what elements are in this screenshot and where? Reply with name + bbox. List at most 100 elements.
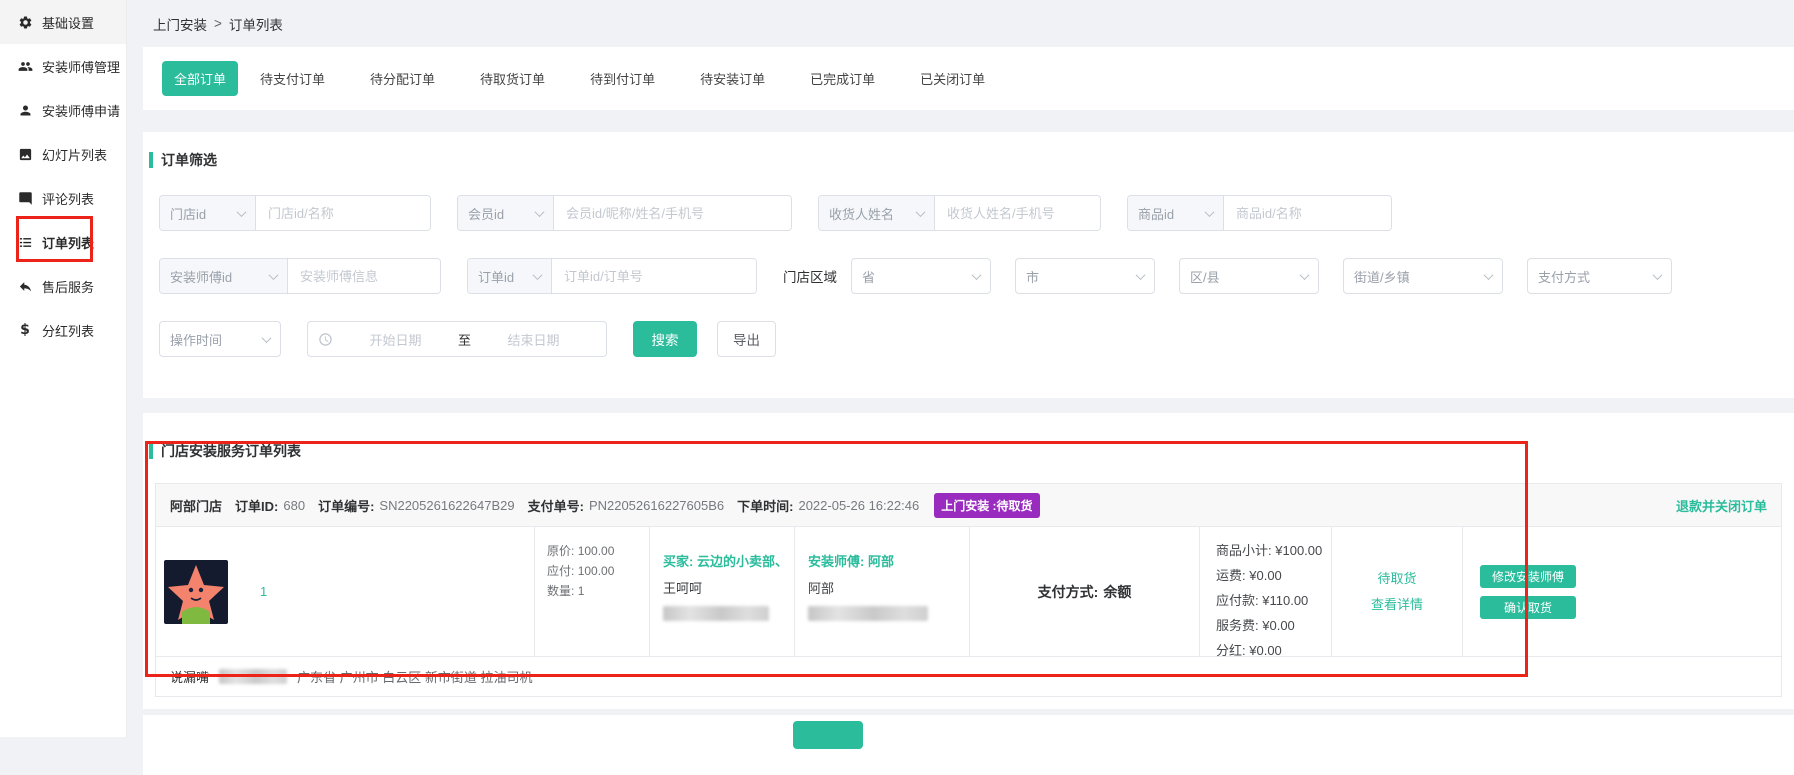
reply-icon xyxy=(17,278,33,294)
chevron-down-icon xyxy=(1300,270,1310,280)
price-cell: 原价: 100.00 应付: 100.00 数量: 1 xyxy=(534,527,649,656)
order-id-input[interactable] xyxy=(552,259,756,293)
status-links-cell: 待取货 查看详情 xyxy=(1331,527,1462,656)
dollar-icon: $ xyxy=(17,322,33,338)
order-time-value: 2022-05-26 16:22:46 xyxy=(798,498,919,513)
shipping-label: 运费: xyxy=(1216,568,1246,583)
member-filter-group: 会员id xyxy=(457,195,792,231)
pagination-area xyxy=(143,715,1794,775)
installer-label: 安装师傅: xyxy=(808,554,864,569)
buyer-label: 买家: xyxy=(663,554,693,569)
quantity-label: 数量: xyxy=(547,584,574,598)
order-id-label: 订单ID: xyxy=(235,496,278,515)
export-button[interactable]: 导出 xyxy=(717,321,776,357)
member-id-select[interactable]: 会员id xyxy=(458,196,554,230)
tab-pending-payment[interactable]: 待支付订单 xyxy=(248,61,337,96)
store-name: 阿部门店 xyxy=(170,496,222,515)
operation-time-label: 操作时间 xyxy=(170,330,222,349)
sidebar-item-dividend-list[interactable]: $ 分红列表 xyxy=(0,308,126,352)
dividend-label: 分红: xyxy=(1216,643,1246,658)
breadcrumb-separator: > xyxy=(214,16,222,31)
service-fee-label: 服务费: xyxy=(1216,618,1259,633)
order-list-panel: 门店安装服务订单列表 阿部门店 订单ID: 680 订单编号: SN220526… xyxy=(143,413,1794,709)
view-details-link[interactable]: 查看详情 xyxy=(1371,592,1423,618)
order-sn-value: SN2205261622647B29 xyxy=(379,498,514,513)
receiver-input[interactable] xyxy=(935,196,1100,230)
payment-method-cell: 支付方式: 余额 xyxy=(969,527,1199,656)
product-select-label: 商品id xyxy=(1138,204,1174,223)
gear-icon xyxy=(17,14,33,30)
tab-pending-assign[interactable]: 待分配订单 xyxy=(358,61,447,96)
product-image xyxy=(164,560,228,624)
date-range-picker[interactable]: 开始日期 至 结束日期 xyxy=(307,321,607,357)
sidebar-item-slides[interactable]: 幻灯片列表 xyxy=(0,132,126,176)
shipping-value: ¥0.00 xyxy=(1249,568,1282,583)
pagination-button-partial[interactable] xyxy=(793,721,863,749)
order-header-row: 阿部门店 订单ID: 680 订单编号: SN2205261622647B29 … xyxy=(156,484,1781,526)
tab-pending-install[interactable]: 待安装订单 xyxy=(688,61,777,96)
tab-closed[interactable]: 已关闭订单 xyxy=(908,61,997,96)
sidebar-item-label: 分红列表 xyxy=(42,321,94,340)
breadcrumb-parent[interactable]: 上门安装 xyxy=(153,14,207,34)
installer-select-label: 安装师傅id xyxy=(170,267,232,286)
tab-completed[interactable]: 已完成订单 xyxy=(798,61,887,96)
product-quantity: 1 xyxy=(260,584,267,599)
chevron-down-icon xyxy=(269,270,279,280)
confirm-pickup-button[interactable]: 确认取货 xyxy=(1480,596,1576,619)
province-select[interactable]: 省 xyxy=(851,258,991,294)
sidebar: 基础设置 安装师傅管理 安装师傅申请 幻灯片列表 评论列表 订单列表 售后服 xyxy=(0,0,127,737)
operation-time-select[interactable]: 操作时间 xyxy=(159,321,281,357)
receiver-phone-redacted xyxy=(219,669,287,684)
sidebar-item-basic-settings[interactable]: 基础设置 xyxy=(0,0,126,44)
original-price-label: 原价: xyxy=(547,544,574,558)
sidebar-item-label: 幻灯片列表 xyxy=(42,145,107,164)
sidebar-item-installer-management[interactable]: 安装师傅管理 xyxy=(0,44,126,88)
sidebar-item-comments[interactable]: 评论列表 xyxy=(0,176,126,220)
sidebar-item-label: 售后服务 xyxy=(42,277,94,296)
order-id-select[interactable]: 订单id xyxy=(468,259,552,293)
city-select[interactable]: 市 xyxy=(1015,258,1155,294)
filter-row-2: 安装师傅id 订单id 门店区域 省 市 xyxy=(159,258,1778,294)
member-input[interactable] xyxy=(554,196,791,230)
tab-pending-cod[interactable]: 待到付订单 xyxy=(578,61,667,96)
date-range-separator: 至 xyxy=(458,330,471,349)
payable-label: 应付: xyxy=(547,564,574,578)
modify-installer-button[interactable]: 修改安装师傅 xyxy=(1480,565,1576,588)
store-id-select[interactable]: 门店id xyxy=(160,196,256,230)
district-select-label: 区/县 xyxy=(1190,267,1220,286)
installer-id-select[interactable]: 安装师傅id xyxy=(160,259,288,293)
list-icon xyxy=(17,234,33,250)
city-select-label: 市 xyxy=(1026,267,1039,286)
sidebar-item-installer-apply[interactable]: 安装师傅申请 xyxy=(0,88,126,132)
store-input[interactable] xyxy=(256,196,430,230)
product-filter-group: 商品id xyxy=(1127,195,1392,231)
payment-method-label: 支付方式: xyxy=(1038,582,1099,602)
payment-method-select[interactable]: 支付方式 xyxy=(1527,258,1672,294)
order-footer-row: 说漏嘴 广东省 广州市 白云区 新市街道 拉油司机 xyxy=(156,656,1781,696)
buyer-name: 云边的小卖部、 xyxy=(697,554,788,569)
chevron-down-icon xyxy=(1653,270,1663,280)
installer-name: 阿部 xyxy=(868,554,894,569)
product-input[interactable] xyxy=(1224,196,1391,230)
installer-phone-redacted xyxy=(808,606,928,621)
receiver-select-label: 收货人姓名 xyxy=(829,204,894,223)
chevron-down-icon xyxy=(1205,207,1215,217)
refund-close-link[interactable]: 退款并关闭订单 xyxy=(1676,496,1767,515)
payment-select-label: 支付方式 xyxy=(1538,267,1590,286)
order-time-label: 下单时间: xyxy=(737,496,793,515)
buyer-person: 王呵呵 xyxy=(663,578,794,597)
breadcrumb-current: 订单列表 xyxy=(229,14,283,34)
district-select[interactable]: 区/县 xyxy=(1179,258,1319,294)
chevron-down-icon xyxy=(535,207,545,217)
status-pending-pickup-link[interactable]: 待取货 xyxy=(1377,566,1416,592)
product-id-select[interactable]: 商品id xyxy=(1128,196,1224,230)
sidebar-item-order-list[interactable]: 订单列表 xyxy=(0,220,126,264)
tab-pending-pickup[interactable]: 待取货订单 xyxy=(468,61,557,96)
receiver-name-select[interactable]: 收货人姓名 xyxy=(819,196,935,230)
sidebar-item-after-sales[interactable]: 售后服务 xyxy=(0,264,126,308)
street-select[interactable]: 街道/乡镇 xyxy=(1343,258,1503,294)
tab-all-orders[interactable]: 全部订单 xyxy=(162,61,238,96)
installer-input[interactable] xyxy=(288,259,440,293)
chevron-down-icon xyxy=(533,270,543,280)
search-button[interactable]: 搜索 xyxy=(633,321,697,357)
